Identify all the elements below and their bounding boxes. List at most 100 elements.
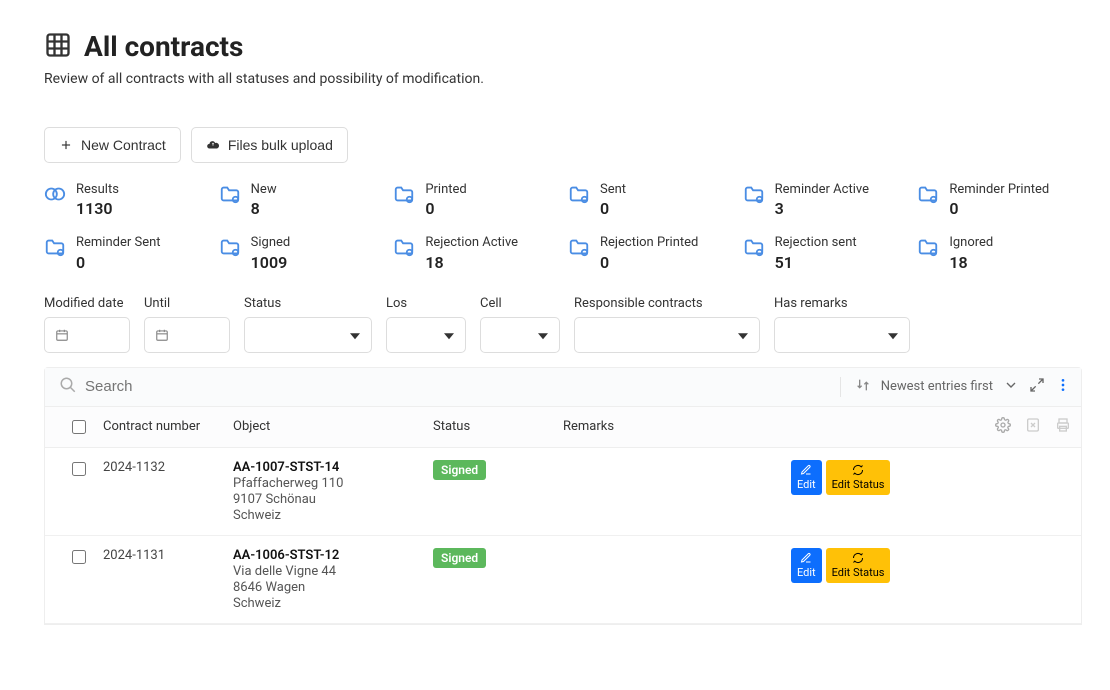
contract-number: 2024-1131 [103, 548, 233, 611]
object-name: AA-1006-STST-12 [233, 548, 433, 563]
stat-item[interactable]: Rejection sent 51 [743, 236, 908, 271]
edit-label: Edit [797, 478, 816, 491]
edit-status-label: Edit Status [832, 566, 885, 579]
contract-number: 2024-1132 [103, 460, 233, 523]
column-object: Object [233, 419, 433, 434]
stat-value: 1009 [251, 253, 291, 272]
folder-icon [917, 236, 939, 262]
spreadsheet-icon [44, 31, 72, 63]
page-title: All contracts [84, 30, 243, 63]
edit-status-button[interactable]: Edit Status [826, 460, 891, 495]
stat-item[interactable]: New8 [219, 183, 384, 218]
bulk-upload-button[interactable]: Files bulk upload [191, 127, 348, 163]
stat-label: Reminder Sent [76, 236, 161, 250]
stat-item[interactable]: Results 1130 [44, 183, 209, 218]
status-select[interactable] [244, 317, 372, 353]
stat-label: Rejection sent [775, 236, 857, 250]
stat-value: 18 [949, 253, 993, 272]
stat-label: Ignored [949, 236, 993, 250]
stat-value: 8 [251, 199, 277, 218]
modified-date-input[interactable] [44, 317, 130, 353]
los-select[interactable] [386, 317, 466, 353]
edit-status-label: Edit Status [832, 478, 885, 491]
folder-icon [44, 236, 66, 262]
folder-icon [393, 236, 415, 262]
more-icon[interactable] [1055, 377, 1071, 397]
stat-item[interactable]: Reminder Active3 [743, 183, 908, 218]
stat-item[interactable]: Printed 0 [393, 183, 558, 218]
filter-los-label: Los [386, 296, 466, 311]
stat-item[interactable]: Sent 0 [568, 183, 733, 218]
cell-select[interactable] [480, 317, 560, 353]
folder-icon [917, 183, 939, 209]
new-contract-label: New Contract [81, 137, 166, 153]
export-icon[interactable] [1025, 417, 1041, 437]
folder-icon [743, 183, 765, 209]
edit-button[interactable]: Edit [791, 548, 822, 583]
chevron-down-icon[interactable] [1003, 377, 1019, 397]
stat-label: Signed [251, 236, 291, 250]
search-input[interactable] [85, 378, 840, 395]
folder-icon [393, 183, 415, 209]
print-icon[interactable] [1055, 417, 1071, 437]
stat-value: 0 [425, 199, 466, 218]
sort-icon[interactable] [855, 377, 871, 397]
stat-label: Reminder Printed [949, 183, 1049, 197]
until-input[interactable] [144, 317, 230, 353]
stat-item[interactable]: Ignored 18 [917, 236, 1082, 271]
stat-value: 3 [775, 199, 869, 218]
filter-responsible-label: Responsible contracts [574, 296, 760, 311]
filter-cell-label: Cell [480, 296, 560, 311]
new-contract-button[interactable]: New Contract [44, 127, 181, 163]
stat-label: Rejection Active [425, 236, 518, 250]
select-all-checkbox[interactable] [72, 420, 86, 434]
object-zip-city: 9107 Schönau [233, 492, 433, 507]
stat-item[interactable]: Signed 1009 [219, 236, 384, 271]
stat-value: 0 [600, 199, 626, 218]
search-icon [55, 376, 85, 398]
table-row: 2024-1132AA-1007-STST-14Pfaffacherweg 11… [45, 448, 1081, 536]
folder-icon [743, 236, 765, 262]
object-address: Pfaffacherweg 110 [233, 476, 433, 491]
object-address: Via delle Vigne 44 [233, 564, 433, 579]
results-icon [44, 183, 66, 209]
expand-icon[interactable] [1029, 377, 1045, 397]
stat-value: 0 [600, 253, 698, 272]
stat-label: Printed [425, 183, 466, 197]
stat-item[interactable]: Reminder Printed0 [917, 183, 1082, 218]
stat-label: Results [76, 183, 119, 197]
responsible-select[interactable] [574, 317, 760, 353]
row-checkbox[interactable] [72, 550, 86, 564]
stat-label: Rejection Printed [600, 236, 698, 250]
folder-icon [568, 236, 590, 262]
filter-status-label: Status [244, 296, 372, 311]
edit-status-button[interactable]: Edit Status [826, 548, 891, 583]
edit-button[interactable]: Edit [791, 460, 822, 495]
folder-icon [219, 183, 241, 209]
remarks-cell [563, 548, 791, 611]
stat-item[interactable]: Rejection Printed 0 [568, 236, 733, 271]
has-remarks-select[interactable] [774, 317, 910, 353]
stat-item[interactable]: Rejection Active 18 [393, 236, 558, 271]
table-row: 2024-1131AA-1006-STST-12Via delle Vigne … [45, 536, 1081, 624]
stat-value: 1130 [76, 199, 119, 218]
object-country: Schweiz [233, 508, 433, 523]
status-badge: Signed [433, 548, 486, 568]
stat-value: 18 [425, 253, 518, 272]
column-status: Status [433, 419, 563, 434]
object-name: AA-1007-STST-14 [233, 460, 433, 475]
bulk-upload-label: Files bulk upload [228, 137, 333, 153]
stat-value: 0 [76, 253, 161, 272]
stat-value: 51 [775, 253, 857, 272]
object-zip-city: 8646 Wagen [233, 580, 433, 595]
sort-label[interactable]: Newest entries first [881, 379, 993, 394]
object-country: Schweiz [233, 596, 433, 611]
edit-label: Edit [797, 566, 816, 579]
column-contract-number: Contract number [103, 419, 233, 434]
filter-has-remarks-label: Has remarks [774, 296, 910, 311]
gear-icon[interactable] [995, 417, 1011, 437]
row-checkbox[interactable] [72, 462, 86, 476]
stat-item[interactable]: Reminder Sent 0 [44, 236, 209, 271]
stat-label: Sent [600, 183, 626, 197]
filter-until-label: Until [144, 296, 230, 311]
